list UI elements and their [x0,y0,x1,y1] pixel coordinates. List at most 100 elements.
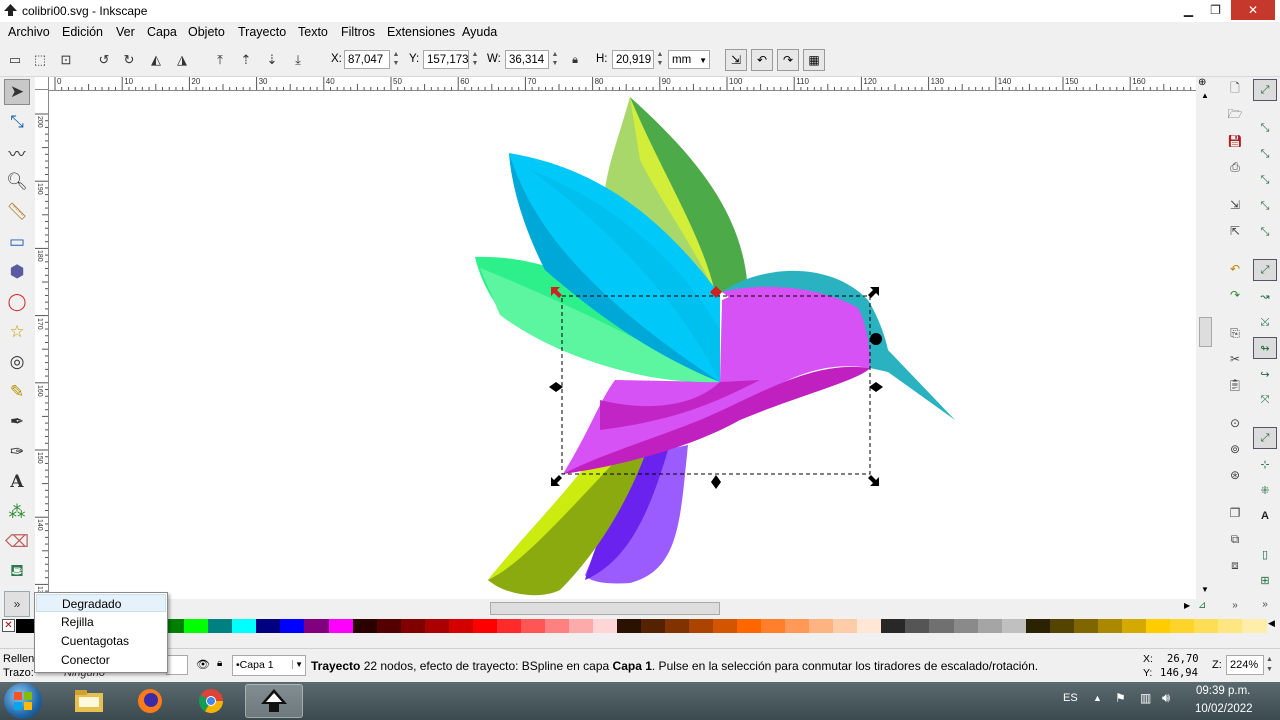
unit-select[interactable]: mm ▼ [668,50,710,69]
snap-intersection-icon[interactable]: ⤩ [1253,311,1277,333]
lock-ratio-icon[interactable]: 🔒︎ [566,51,584,69]
snap-smooth-icon[interactable]: ↪ [1253,363,1277,385]
new-document-icon[interactable]: 🗋 [1225,79,1245,99]
open-file-icon[interactable]: 🗁 [1225,105,1245,125]
print-icon[interactable]: ⎙ [1225,157,1245,177]
color-swatch[interactable] [953,619,979,633]
color-swatch[interactable] [280,619,306,633]
color-swatch[interactable] [1193,619,1219,633]
horizontal-scroll-thumb[interactable] [490,602,720,615]
spray-tool-icon[interactable]: ⁂ [4,499,30,525]
paste-icon[interactable]: 📋︎ [1225,375,1245,395]
color-swatch[interactable] [208,619,234,633]
rotate-cw-icon[interactable]: ↻ [120,51,138,69]
text-tool-icon[interactable]: A [4,469,30,495]
vertical-scroll-thumb[interactable] [1199,317,1212,347]
menu-texto[interactable]: Texto [298,25,328,39]
show-hidden-icons-icon[interactable]: ▲ [1093,693,1102,703]
color-swatch[interactable] [544,619,570,633]
color-swatch[interactable] [1073,619,1099,633]
network-icon[interactable]: ▥ [1140,691,1151,705]
eye-visibility-icon[interactable]: 👁︎ [196,658,210,671]
minimize-button[interactable]: ▁ [1175,0,1202,20]
w-field[interactable]: 36,314 [505,50,549,69]
scroll-right-arrow-icon[interactable]: ▶ [1184,601,1190,610]
rectangle-tool-icon[interactable]: ▭ [4,229,30,255]
redo-icon[interactable]: ↷ [1225,285,1245,305]
color-swatch[interactable] [568,619,594,633]
snap-path-icon[interactable]: ↝ [1253,285,1277,307]
snap-center-icon[interactable]: ⊹ [1253,453,1277,475]
color-swatch[interactable] [857,619,883,633]
color-swatch[interactable] [1097,619,1123,633]
more-tools-icon[interactable]: » [4,591,30,617]
taskbar-firefox[interactable] [121,684,179,718]
scale-stroke-toggle[interactable]: ⇲ [725,49,747,71]
clock-time[interactable]: 09:39 p.m. [1196,685,1250,697]
raise-to-top-icon[interactable]: ⤒ [211,51,229,69]
pen-tool-icon[interactable]: ✒ [4,409,30,435]
color-swatch[interactable] [352,619,378,633]
h-spinner[interactable]: ▲ ▼ [655,50,665,69]
zoom-corner-icon[interactable]: ⊕ [1198,77,1206,88]
menu-ver[interactable]: Ver [116,25,135,39]
move-gradients-toggle[interactable]: ↷ [777,49,799,71]
snap-bbox-edge-icon[interactable]: ⤡ [1253,143,1277,165]
eraser-tool-icon[interactable]: ⌫ [4,529,30,555]
color-swatch[interactable] [256,619,282,633]
snap-midpoint-icon[interactable]: ⤧ [1253,389,1277,411]
flip-horizontal-icon[interactable]: ◭ [147,51,165,69]
save-file-icon[interactable]: 💾︎ [1225,131,1245,151]
menu-item-cuentagotas[interactable]: Cuentagotas [36,632,166,650]
color-swatch[interactable] [232,619,258,633]
color-swatch[interactable] [833,619,859,633]
color-swatch[interactable] [1145,619,1171,633]
color-swatch[interactable] [184,619,210,633]
taskbar-inkscape[interactable] [245,684,303,718]
w-spinner[interactable]: ▲ ▼ [550,50,560,69]
volume-icon[interactable]: 🔊︎ [1162,690,1170,706]
color-swatch[interactable] [905,619,931,633]
rotate-ccw-icon[interactable]: ↺ [95,51,113,69]
clone-icon[interactable]: ⧉ [1225,529,1245,549]
horizontal-scrollbar[interactable]: ▶ ⊿ [34,599,1213,616]
color-swatch[interactable] [448,619,474,633]
color-swatch[interactable] [1121,619,1147,633]
color-swatch[interactable] [424,619,450,633]
zoom-page-icon[interactable]: ⊛ [1225,465,1245,485]
snap-bbox-center-icon[interactable]: ⤡ [1253,221,1277,243]
menu-objeto[interactable]: Objeto [188,25,225,39]
clock-date[interactable]: 10/02/2022 [1195,703,1253,715]
color-swatch[interactable] [1217,619,1243,633]
taskbar-chrome[interactable] [182,684,240,718]
stroke-width-field[interactable] [166,655,188,675]
measure-tool-icon[interactable]: 📏︎ [4,199,30,225]
spiral-tool-icon[interactable]: ◎ [4,349,30,375]
color-swatch[interactable] [929,619,955,633]
snap-bbox-midpoint-icon[interactable]: ⤡ [1253,195,1277,217]
language-indicator[interactable]: ES [1063,692,1078,704]
color-swatch[interactable] [376,619,402,633]
copy-icon[interactable]: ⎘ [1225,323,1245,343]
color-swatch[interactable] [472,619,498,633]
scroll-up-arrow-icon[interactable]: ▲ [1201,91,1209,100]
select-all-icon[interactable]: ▭ [6,51,24,69]
tweak-tool-icon[interactable]: 〰 [4,139,30,165]
duplicate-icon[interactable]: ❐ [1225,503,1245,523]
zoom-spinner[interactable]: ▲ ▼ [1266,655,1276,675]
color-swatch[interactable] [665,619,691,633]
color-swatch[interactable] [689,619,715,633]
menu-item-degradado[interactable]: Degradado [36,594,166,612]
snap-cusp-icon[interactable]: ↬ [1253,337,1277,359]
move-patterns-toggle[interactable]: ▦ [803,49,825,71]
menu-edicion[interactable]: Edición [62,25,103,39]
color-swatch[interactable] [641,619,666,633]
maximize-button[interactable]: ❐ [1202,0,1229,20]
scale-corners-toggle[interactable]: ↶ [751,49,773,71]
no-paint-swatch[interactable]: ✕ [2,619,15,632]
menu-filtros[interactable]: Filtros [341,25,375,39]
scroll-down-arrow-icon[interactable]: ▼ [1201,585,1209,594]
star-tool-icon[interactable]: ☆ [4,319,30,345]
deselect-icon[interactable]: ⊡ [57,51,75,69]
import-icon[interactable]: ⇲ [1225,195,1245,215]
